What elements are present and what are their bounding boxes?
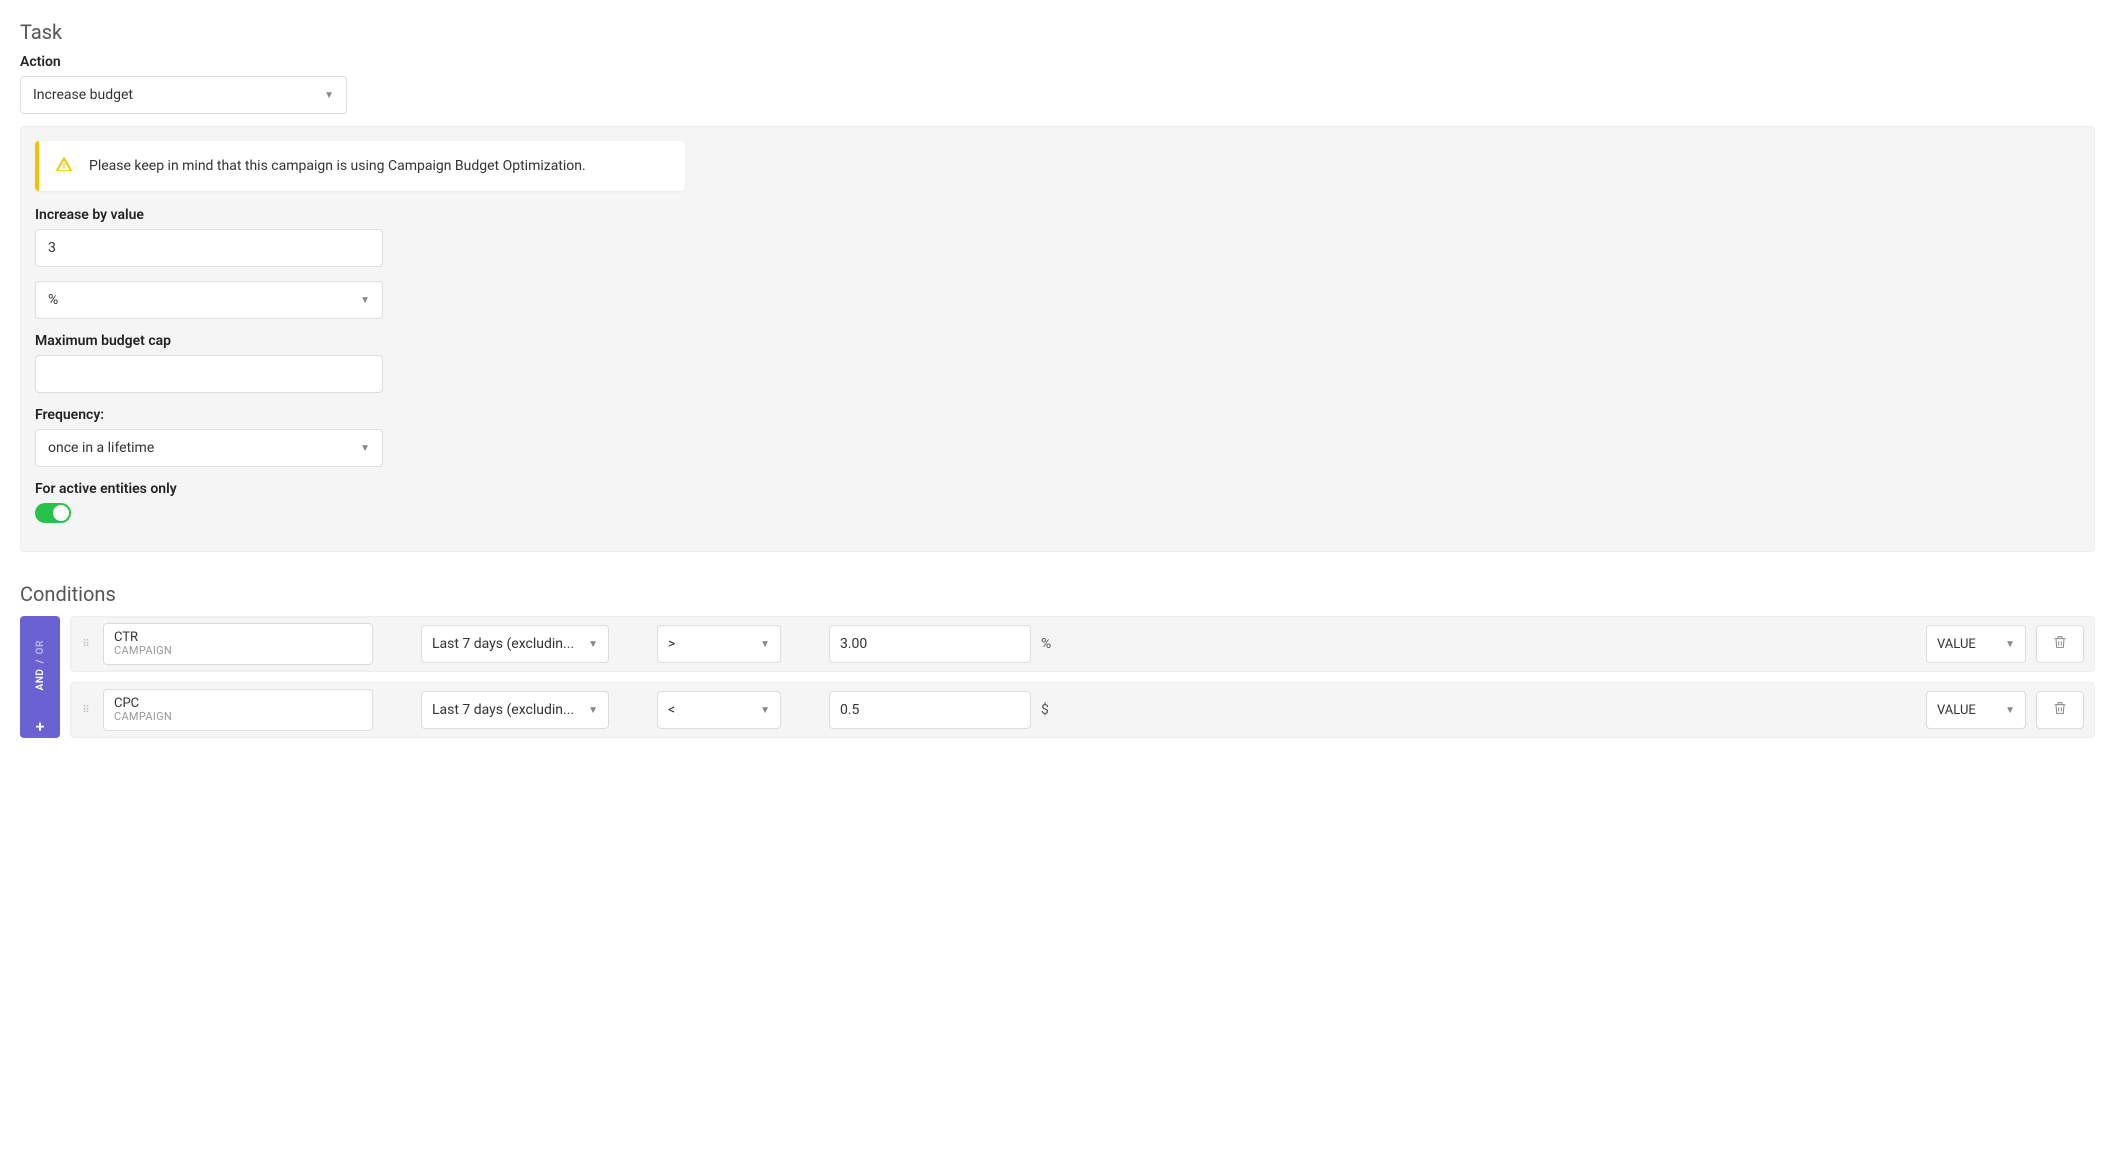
conditions-section: Conditions AND / OR + ⠿ CTR CAMPAIGN [20, 582, 2095, 738]
condition-value-text: 0.5 [840, 702, 859, 718]
logic-and-label: AND [35, 668, 46, 690]
value-type-text: VALUE [1937, 637, 1976, 652]
action-label: Action [20, 54, 2095, 70]
condition-row: ⠿ CPC CAMPAIGN Last 7 days (excludin... … [70, 682, 2095, 738]
cbo-alert: Please keep in mind that this campaign i… [35, 141, 685, 191]
logic-column: AND / OR + [20, 616, 60, 738]
operator-select[interactable]: > ▼ [657, 625, 781, 663]
chevron-down-icon: ▼ [360, 443, 370, 454]
metric-level: CAMPAIGN [114, 711, 362, 723]
value-type-select[interactable]: VALUE ▼ [1926, 625, 2026, 663]
max-budget-cap-label: Maximum budget cap [35, 333, 2080, 349]
task-section: Task Action Increase budget ▼ Please kee… [20, 20, 2095, 552]
active-entities-toggle[interactable] [35, 503, 71, 523]
chevron-down-icon: ▼ [2005, 639, 2015, 650]
increase-value-text: 3 [48, 240, 56, 256]
frequency-value: once in a lifetime [48, 440, 154, 456]
alert-text: Please keep in mind that this campaign i… [89, 158, 586, 174]
logic-toggle[interactable]: AND / OR [20, 616, 60, 714]
timeframe-value: Last 7 days (excludin... [432, 636, 574, 652]
chevron-down-icon: ▼ [360, 295, 370, 306]
frequency-label: Frequency: [35, 407, 2080, 423]
condition-unit: % [1041, 636, 1069, 652]
condition-value-input[interactable]: 0.5 [829, 691, 1031, 729]
action-select-value: Increase budget [33, 87, 133, 103]
drag-handle-icon[interactable]: ⠿ [81, 642, 93, 647]
task-title: Task [20, 20, 2095, 44]
value-type-select[interactable]: VALUE ▼ [1926, 691, 2026, 729]
metric-name: CTR [114, 631, 362, 645]
metric-select[interactable]: CPC CAMPAIGN [103, 689, 373, 731]
operator-value: > [668, 636, 675, 652]
metric-select[interactable]: CTR CAMPAIGN [103, 623, 373, 665]
condition-row: ⠿ CTR CAMPAIGN Last 7 days (excludin... … [70, 616, 2095, 672]
toggle-knob [53, 505, 69, 521]
condition-unit: $ [1041, 702, 1069, 718]
plus-icon: + [36, 717, 45, 736]
condition-value-text: 3.00 [840, 636, 867, 652]
max-budget-cap-input[interactable] [35, 355, 383, 393]
frequency-select[interactable]: once in a lifetime ▼ [35, 429, 383, 467]
drag-handle-icon[interactable]: ⠿ [81, 708, 93, 713]
metric-name: CPC [114, 697, 362, 711]
task-config-panel: Please keep in mind that this campaign i… [20, 126, 2095, 552]
chevron-down-icon: ▼ [588, 705, 598, 716]
conditions-title: Conditions [20, 582, 2095, 606]
logic-or-label: OR [35, 640, 46, 654]
operator-select[interactable]: < ▼ [657, 691, 781, 729]
value-type-text: VALUE [1937, 703, 1976, 718]
increase-unit-value: % [48, 292, 58, 308]
trash-icon [2052, 634, 2068, 654]
trash-icon [2052, 700, 2068, 720]
chevron-down-icon: ▼ [324, 90, 334, 101]
logic-sep: / [35, 659, 46, 663]
add-condition-button[interactable]: + [20, 714, 60, 738]
warning-icon [55, 155, 73, 177]
increase-value-input[interactable]: 3 [35, 229, 383, 267]
chevron-down-icon: ▼ [588, 639, 598, 650]
action-select[interactable]: Increase budget ▼ [20, 76, 347, 114]
chevron-down-icon: ▼ [760, 705, 770, 716]
delete-condition-button[interactable] [2036, 691, 2084, 729]
chevron-down-icon: ▼ [760, 639, 770, 650]
timeframe-value: Last 7 days (excludin... [432, 702, 574, 718]
timeframe-select[interactable]: Last 7 days (excludin... ▼ [421, 691, 609, 729]
metric-level: CAMPAIGN [114, 645, 362, 657]
active-entities-label: For active entities only [35, 481, 2080, 497]
condition-value-input[interactable]: 3.00 [829, 625, 1031, 663]
operator-value: < [668, 702, 675, 718]
chevron-down-icon: ▼ [2005, 705, 2015, 716]
increase-by-value-label: Increase by value [35, 207, 2080, 223]
timeframe-select[interactable]: Last 7 days (excludin... ▼ [421, 625, 609, 663]
condition-rows: ⠿ CTR CAMPAIGN Last 7 days (excludin... … [70, 616, 2095, 738]
increase-unit-select[interactable]: % ▼ [35, 281, 383, 319]
delete-condition-button[interactable] [2036, 625, 2084, 663]
